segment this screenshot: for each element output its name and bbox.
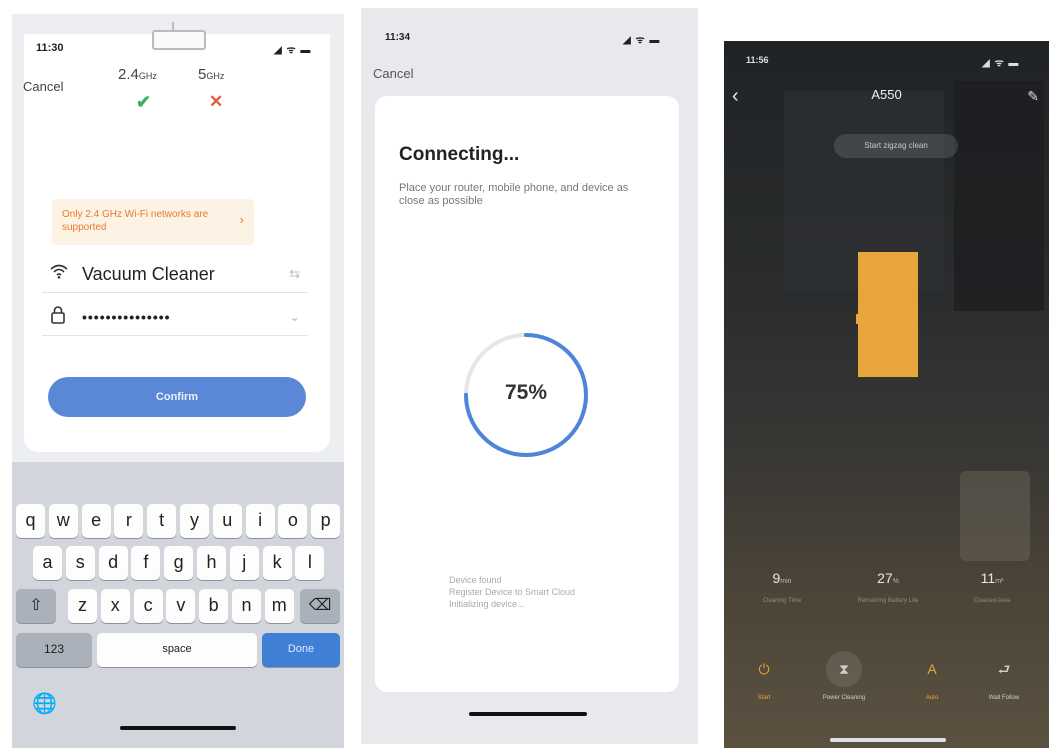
status-icons: ◢ ᯤ ▬ — [982, 58, 1020, 69]
key-n[interactable]: n — [232, 589, 261, 623]
key-i[interactable]: i — [245, 504, 275, 538]
key-c[interactable]: c — [133, 589, 163, 623]
robot-map-screen: 11:56 ◢ ᯤ ▬ ‹ A550 ✎ Start zigzag clean … — [724, 41, 1049, 748]
stat-area: 11m² — [980, 570, 1004, 586]
connection-log: Device found Register Device to Smart Cl… — [449, 574, 575, 610]
key-a[interactable]: a — [33, 546, 62, 580]
key-v[interactable]: v — [166, 589, 196, 623]
stat-label: Remaining Battery Life — [857, 598, 919, 604]
stat-cleaning-time: 9min — [772, 570, 792, 586]
control-label: Power Cleaning — [822, 695, 866, 701]
key-j[interactable]: j — [229, 546, 259, 580]
password-field[interactable]: ••••••••••••••• ⌄ — [42, 299, 308, 336]
confirm-button[interactable]: Confirm — [48, 377, 306, 417]
key-f[interactable]: f — [131, 546, 161, 580]
wifi-setup-screen: 11:30 ◢ ᯤ ▬ Cancel 2.4GHz 5GHz ✔ ✕ Only … — [12, 14, 344, 748]
key-h[interactable]: h — [197, 546, 226, 580]
key-w[interactable]: w — [48, 504, 78, 538]
globe-icon[interactable]: 🌐 — [32, 691, 57, 716]
chevron-right-icon: › — [239, 212, 244, 227]
key-r[interactable]: r — [114, 504, 144, 538]
keyboard: qwertyuiop asdfghjkl z x c v b n m ⇧ ⌫ 123 space… — [12, 462, 344, 748]
home-indicator — [120, 726, 236, 730]
wifi-icon — [50, 263, 68, 284]
space-key[interactable]: space — [97, 633, 257, 667]
status-time: 11:34 — [385, 32, 411, 43]
background-shape — [954, 81, 1044, 311]
key-s[interactable]: s — [65, 546, 95, 580]
key-g[interactable]: g — [164, 546, 194, 580]
shift-key[interactable]: ⇧ — [16, 589, 56, 623]
status-time: 11:56 — [746, 55, 769, 65]
band-24ghz-label: 2.4GHz — [118, 66, 157, 83]
check-icon: ✔ — [136, 92, 152, 112]
key-o[interactable]: o — [278, 504, 308, 538]
key-m[interactable]: m — [264, 589, 294, 623]
control-label: Wall Follow — [988, 695, 1020, 701]
key-e[interactable]: e — [81, 504, 111, 538]
status-icons: ◢ ᯤ ▬ — [623, 35, 661, 46]
stat-label: Cleaning Time — [762, 598, 802, 604]
log-line: Device found — [449, 575, 502, 585]
key-b[interactable]: b — [199, 589, 229, 623]
network-name-value: Vacuum Cleaner — [82, 264, 215, 284]
control-label: Start — [757, 695, 771, 701]
edit-icon[interactable]: ✎ — [1027, 88, 1039, 105]
key-u[interactable]: u — [212, 504, 242, 538]
connecting-screen: 11:34 ◢ ᯤ ▬ Cancel Connecting... Place y… — [361, 8, 698, 744]
connecting-title: Connecting... — [399, 144, 520, 165]
cleaning-map — [856, 252, 918, 377]
home-indicator — [830, 738, 946, 742]
chevron-down-icon[interactable]: ⌄ — [289, 309, 300, 325]
notice-text: Only 2.4 GHz Wi-Fi networks are supporte… — [62, 209, 209, 233]
cancel-button[interactable]: Cancel — [23, 79, 63, 94]
log-line: Register Device to Smart Cloud — [449, 587, 576, 597]
numbers-key[interactable]: 123 — [16, 633, 92, 667]
connecting-description: Place your router, mobile phone, and dev… — [399, 182, 629, 207]
network-name-field[interactable]: Vacuum Cleaner ⇆ — [42, 256, 308, 293]
key-y[interactable]: y — [180, 504, 209, 538]
done-key[interactable]: Done — [262, 633, 340, 667]
background-shape — [960, 471, 1030, 561]
connecting-card: Connecting... Place your router, mobile … — [375, 96, 679, 692]
key-k[interactable]: k — [262, 546, 292, 580]
key-d[interactable]: d — [98, 546, 128, 580]
lock-icon — [50, 306, 66, 329]
switch-network-icon[interactable]: ⇆ — [289, 266, 300, 282]
progress-percent: 75% — [504, 381, 548, 404]
status-icons: ◢ ᯤ ▬ — [274, 45, 312, 56]
band-notice[interactable]: Only 2.4 GHz Wi-Fi networks are supporte… — [52, 199, 254, 245]
control-label: Auto — [925, 695, 939, 701]
cancel-button[interactable]: Cancel — [373, 66, 413, 81]
key-t[interactable]: t — [147, 504, 177, 538]
clean-mode-badge: Start zigzag clean — [834, 134, 958, 158]
log-line: Initializing device... — [449, 599, 525, 609]
control-start-button[interactable]: ⏻ — [746, 651, 782, 687]
home-indicator — [469, 712, 587, 716]
stat-battery: 27% — [877, 570, 899, 586]
key-x[interactable]: x — [100, 589, 130, 623]
password-value: ••••••••••••••• — [82, 309, 171, 325]
control-wall-follow-button[interactable]: ⮐ — [986, 651, 1022, 687]
key-p[interactable]: p — [311, 504, 341, 538]
router-icon — [152, 22, 206, 50]
control-auto-button[interactable]: A — [914, 651, 950, 687]
key-q[interactable]: q — [16, 504, 45, 538]
key-z[interactable]: z — [68, 589, 97, 623]
cross-icon: ✕ — [209, 92, 224, 111]
delete-key[interactable]: ⌫ — [300, 589, 340, 623]
band-5ghz-label: 5GHz — [198, 66, 225, 83]
key-l[interactable]: l — [295, 546, 325, 580]
stat-label: Cleaned Area — [973, 598, 1011, 604]
device-name: A550 — [871, 87, 902, 102]
control-power-cleaning-button[interactable]: ⧗ — [826, 651, 862, 687]
status-time: 11:30 — [36, 42, 64, 54]
